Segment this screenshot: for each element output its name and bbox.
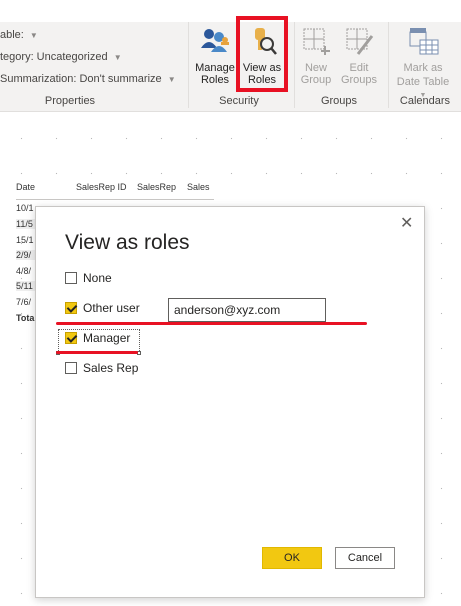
new-group-button[interactable]: New Group: [297, 26, 335, 86]
ribbon-divider: [388, 22, 389, 108]
role-option-none[interactable]: None: [65, 271, 112, 285]
role-option-manager[interactable]: Manager: [65, 331, 130, 345]
annotation-underline-other-user: [56, 322, 367, 325]
edit-groups-button[interactable]: Edit Groups: [338, 26, 380, 86]
ribbon-divider: [188, 22, 189, 108]
role-option-sales-rep[interactable]: Sales Rep: [65, 361, 138, 375]
cancel-button[interactable]: Cancel: [335, 547, 395, 569]
header-divider: [16, 199, 214, 200]
ribbon: able: ▼ tegory: Uncategorized ▼ Summariz…: [0, 0, 461, 112]
edit-groups-label-2: Groups: [340, 74, 378, 86]
manage-roles-button[interactable]: Manage Roles: [193, 26, 237, 86]
view-as-roles-dialog: View as roles ✕ None Other user Manager …: [35, 206, 425, 598]
other-user-email-input[interactable]: [168, 298, 326, 322]
close-icon[interactable]: ✕: [400, 213, 413, 233]
sales-rep-checkbox[interactable]: [65, 362, 77, 374]
new-group-label-1: New: [304, 62, 327, 74]
manage-roles-icon: [201, 29, 229, 52]
groups-group-label: Groups: [320, 95, 358, 107]
dialog-title: View as roles: [65, 231, 190, 254]
chevron-down-icon: ▼: [167, 75, 176, 84]
mark-as-label-2: Date Table: [396, 76, 450, 88]
mark-as-date-table-button[interactable]: Mark as Date Table ▼: [392, 26, 454, 102]
manager-label: Manager: [83, 331, 131, 345]
new-group-label-2: Group: [300, 74, 332, 86]
mark-as-label-1: Mark as: [403, 62, 443, 74]
column-header-salesrep[interactable]: SalesRep: [137, 182, 176, 192]
property-name-row[interactable]: able: ▼: [0, 29, 38, 41]
ribbon-top-strip: [0, 0, 461, 22]
calendars-group-label: Calendars: [399, 95, 451, 107]
date-table-icon: [409, 28, 439, 55]
ok-button[interactable]: OK: [262, 547, 322, 569]
data-category-dropdown[interactable]: tegory: Uncategorized ▼: [0, 51, 122, 63]
none-checkbox[interactable]: [65, 272, 77, 284]
new-group-icon: [303, 28, 330, 55]
manage-roles-label-2: Roles: [200, 74, 230, 86]
manager-checkbox[interactable]: [65, 332, 77, 344]
summarization-label: Summarization: Don't summarize: [0, 73, 162, 85]
summarization-dropdown[interactable]: Summarization: Don't summarize ▼: [0, 73, 176, 85]
view-as-roles-annotation-box: [236, 16, 288, 92]
role-option-other-user[interactable]: Other user: [65, 301, 140, 315]
column-header-sales[interactable]: Sales: [187, 182, 210, 192]
other-user-checkbox[interactable]: [65, 302, 77, 314]
edit-groups-label-1: Edit: [349, 62, 369, 74]
ribbon-divider: [294, 22, 295, 108]
property-name-label: able:: [0, 29, 24, 41]
annotation-underline-manager: [56, 351, 138, 354]
sales-rep-label: Sales Rep: [83, 361, 139, 375]
chevron-down-icon: ▼: [29, 31, 38, 40]
data-category-label: tegory: Uncategorized: [0, 51, 108, 63]
column-header-date[interactable]: Date: [16, 182, 35, 192]
other-user-label: Other user: [83, 301, 140, 315]
edit-groups-icon: [346, 28, 374, 55]
chevron-down-icon: ▼: [113, 53, 122, 62]
properties-group-label: Properties: [44, 95, 96, 107]
security-group-label: Security: [219, 95, 259, 107]
none-label: None: [83, 271, 112, 285]
column-header-salesrep-id[interactable]: SalesRep ID: [76, 182, 127, 192]
manage-roles-label-1: Manage: [195, 62, 235, 74]
